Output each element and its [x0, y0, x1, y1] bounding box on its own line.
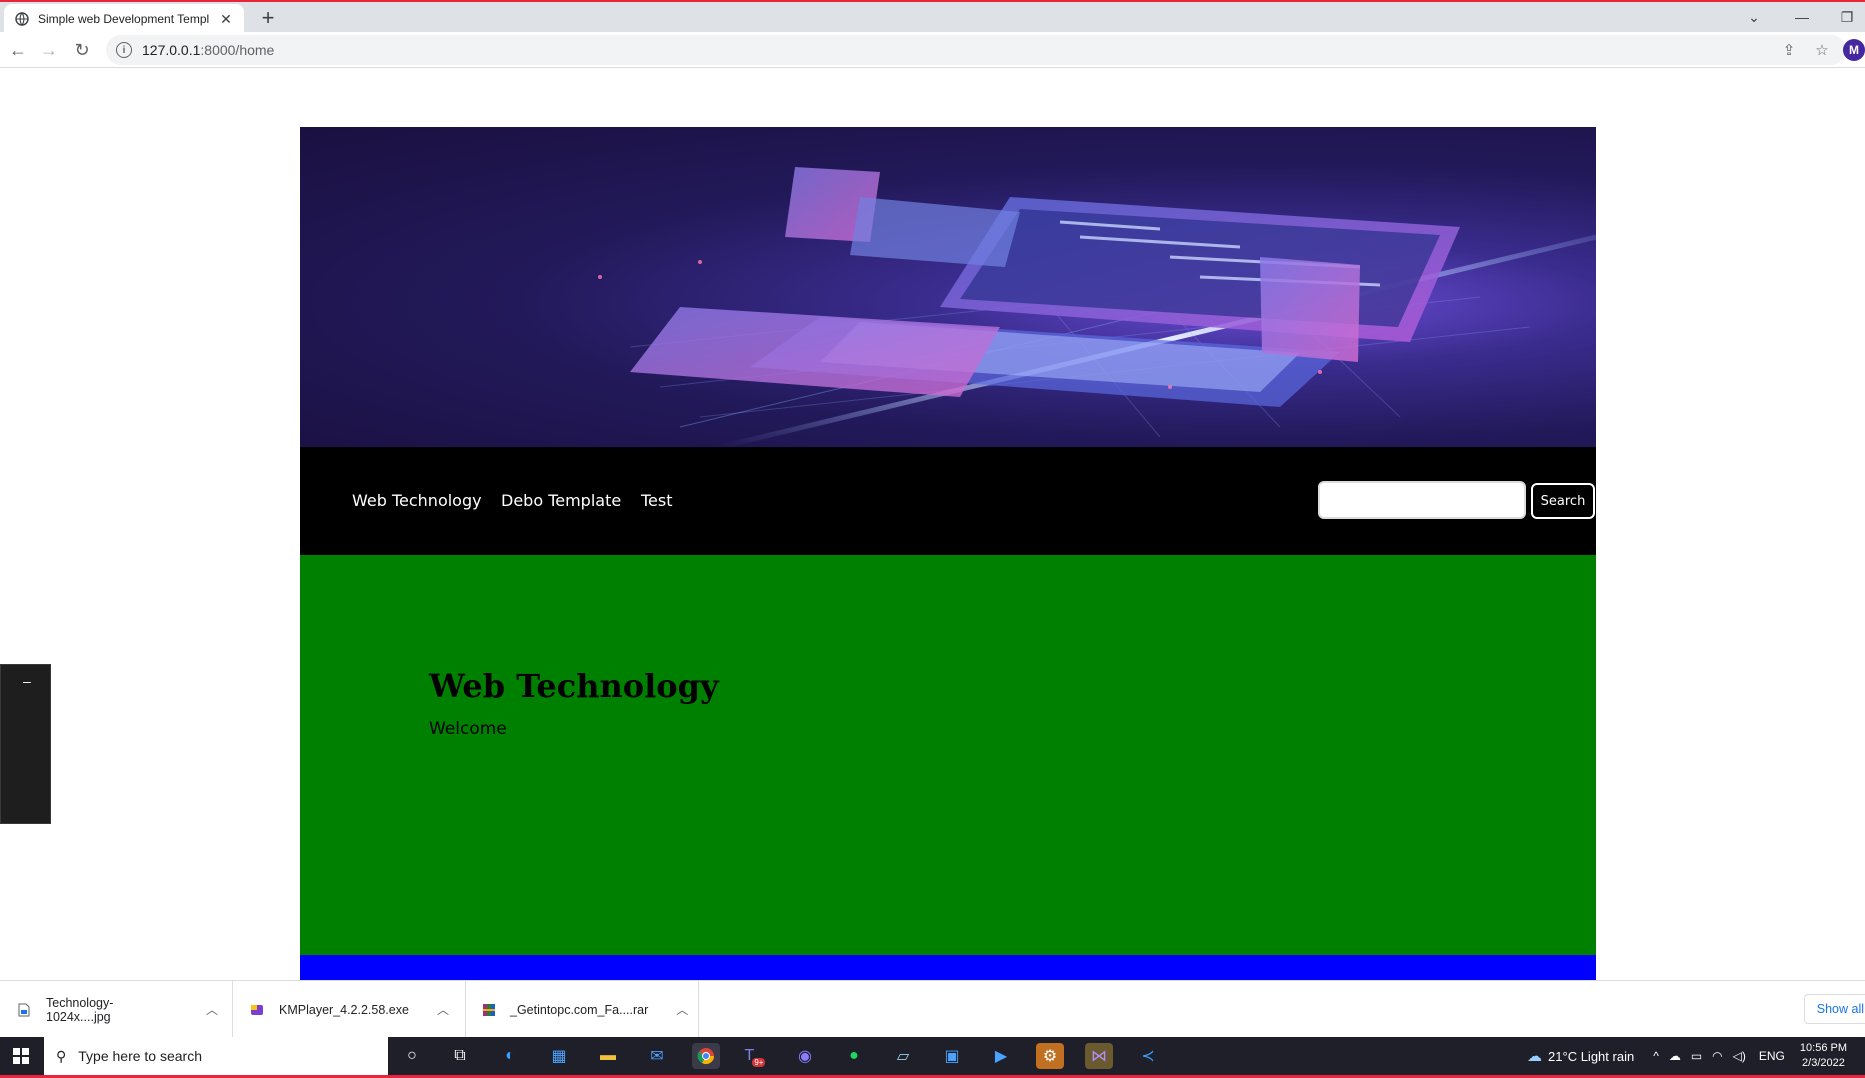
globe-icon [14, 11, 30, 27]
language-indicator[interactable]: ENG [1759, 1049, 1785, 1063]
download-filename: Technology-1024x....jpg [46, 995, 114, 1024]
reload-icon[interactable]: ↻ [70, 38, 94, 62]
winrar-icon [482, 1002, 496, 1018]
wifi-icon[interactable]: ◠ [1712, 1049, 1722, 1063]
browser-tab-strip: Simple web Development Templ ✕ + ⌄ — ❐ [0, 0, 1865, 34]
main-content: Web Technology Welcome [300, 555, 1596, 955]
nav-link-web-technology[interactable]: Web Technology [352, 491, 482, 510]
teams-icon[interactable]: T 9+ [741, 1043, 769, 1069]
nav-link-debo-template[interactable]: Debo Template [501, 491, 621, 510]
spotify-icon[interactable]: ● [840, 1043, 868, 1069]
profile-avatar[interactable]: M [1843, 39, 1865, 61]
download-shelf: Technology-1024x....jpg ︿ KMPlayer_4.2.2… [0, 980, 1865, 1038]
url-host: 127.0.0.1 [142, 42, 201, 58]
site-navbar: Web Technology Debo Template Test Search [300, 447, 1596, 555]
minimize-button[interactable]: — [1784, 4, 1820, 30]
hero-banner-image [300, 127, 1596, 447]
new-tab-button[interactable]: + [256, 5, 280, 30]
url-path: :8000/home [200, 42, 275, 58]
chevron-up-icon[interactable]: ︿ [676, 1001, 688, 1018]
download-item[interactable]: KMPlayer_4.2.2.58.exe ︿ [233, 981, 466, 1038]
image-file-icon [16, 1002, 32, 1018]
settings-gear-icon[interactable]: ⚙ [1036, 1043, 1064, 1069]
close-tab-icon[interactable]: ✕ [218, 11, 234, 27]
onedrive-icon[interactable]: ☁ [1669, 1049, 1681, 1063]
chevron-up-icon[interactable]: ︿ [437, 1001, 449, 1018]
system-tray: ☁ 21°C Light rain ^ ☁ ▭ ◠ ◁) ENG 10:56 P… [1527, 1037, 1865, 1075]
microsoft-store-icon[interactable]: ▦ [545, 1043, 573, 1069]
mail-icon[interactable]: ✉ [643, 1043, 671, 1069]
download-filename: KMPlayer_4.2.2.58.exe [279, 1002, 409, 1017]
download-item[interactable]: Technology-1024x....jpg ︿ [0, 981, 233, 1038]
file-explorer-icon[interactable]: ▬ [594, 1043, 622, 1069]
url-text: 127.0.0.1:8000/home [142, 42, 274, 58]
nav-link-test[interactable]: Test [641, 491, 673, 510]
site-search-input[interactable] [1318, 481, 1526, 519]
messenger-icon[interactable]: ◉ [791, 1043, 819, 1069]
page-heading: Web Technology [429, 667, 719, 705]
website: Web Technology Debo Template Test Search… [300, 127, 1596, 980]
download-filename: _Getintopc.com_Fa....rar [510, 1002, 649, 1017]
chevron-up-icon[interactable]: ︿ [206, 1001, 218, 1018]
teams-badge: 9+ [752, 1057, 766, 1067]
weather-widget[interactable]: ☁ 21°C Light rain [1527, 1047, 1634, 1065]
site-search-button[interactable]: Search [1531, 483, 1595, 519]
clock[interactable]: 10:56 PM 2/3/2022 [1800, 1041, 1847, 1071]
cloud-rain-icon: ☁ [1527, 1048, 1543, 1065]
visual-studio-icon[interactable]: ⋈ [1085, 1043, 1113, 1069]
kmplayer-icon [249, 1002, 265, 1018]
browser-tab[interactable]: Simple web Development Templ ✕ [4, 4, 244, 34]
welcome-text: Welcome [429, 719, 507, 739]
start-windows-icon[interactable] [0, 1037, 42, 1075]
cortana-icon[interactable]: ○ [398, 1043, 426, 1069]
photos-icon[interactable]: ▣ [938, 1043, 966, 1069]
notepad-icon[interactable]: ▱ [889, 1043, 917, 1069]
back-arrow-icon[interactable]: ← [6, 38, 30, 62]
task-view-icon[interactable]: ⧉ [446, 1043, 474, 1069]
taskbar-search-box[interactable]: ⚲ Type here to search [44, 1037, 388, 1075]
volume-icon[interactable]: ◁) [1733, 1049, 1746, 1063]
windows-taskbar: ⚲ Type here to search ○ ⧉ ◐ ▦ ▬ ✉ T 9+ ◉ … [0, 1037, 1865, 1078]
taskbar-search-placeholder: Type here to search [78, 1048, 203, 1064]
download-item[interactable]: _Getintopc.com_Fa....rar ︿ [466, 981, 699, 1038]
weather-text: 21°C Light rain [1548, 1048, 1635, 1064]
battery-icon[interactable]: ▭ [1691, 1049, 1702, 1063]
edge-icon[interactable]: ◐ [496, 1043, 524, 1069]
forward-arrow-icon[interactable]: → [37, 38, 61, 62]
bookmark-star-icon[interactable]: ☆ [1811, 39, 1833, 61]
vscode-icon[interactable]: ≺ [1134, 1043, 1162, 1069]
floating-side-widget: – [0, 664, 51, 824]
show-all-downloads-button[interactable]: Show all [1803, 994, 1865, 1024]
address-bar[interactable]: i 127.0.0.1:8000/home [106, 35, 1846, 65]
tab-search-chevron-icon[interactable]: ⌄ [1736, 4, 1772, 30]
chevron-up-icon[interactable]: ^ [1653, 1049, 1659, 1063]
tab-title: Simple web Development Templ [38, 12, 210, 26]
chrome-icon[interactable] [692, 1043, 720, 1069]
page-viewport: Web Technology Debo Template Test Search… [0, 69, 1865, 980]
minimize-icon[interactable]: – [23, 673, 31, 689]
restore-button[interactable]: ❐ [1829, 4, 1865, 30]
browser-toolbar: ← → ↻ i 127.0.0.1:8000/home ⇪ ☆ M [0, 32, 1865, 68]
share-icon[interactable]: ⇪ [1778, 39, 1800, 61]
site-footer [300, 955, 1596, 980]
time-text: 10:56 PM [1799, 1042, 1847, 1054]
site-info-icon[interactable]: i [116, 42, 132, 58]
media-player-icon[interactable]: ▶ [987, 1043, 1015, 1069]
search-icon: ⚲ [56, 1047, 67, 1064]
date-text: 2/3/2022 [1802, 1057, 1845, 1069]
